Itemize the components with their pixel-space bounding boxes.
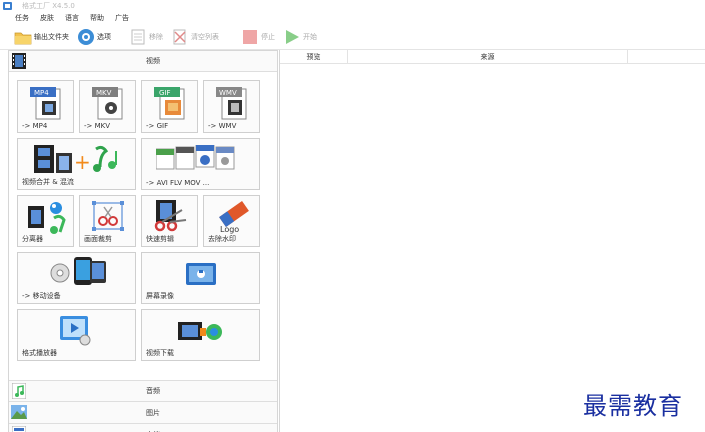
remove-watermark-icon: Logo [214,200,252,234]
options-icon [77,28,95,46]
video-tiles: MP4 -> MP4 MKV -> MKV GIF -> GIF WMV -> … [9,72,277,380]
tile-wmv[interactable]: WMV -> WMV [203,80,260,133]
tile-mkv[interactable]: MKV -> MKV [79,80,136,133]
audio-section-header[interactable]: 音频 [9,380,277,402]
clear-list-button[interactable]: 清空列表 [171,26,219,48]
picture-section-label: 图片 [146,408,160,417]
gif-icon: GIF [154,85,188,121]
task-list-panel: 预览 来源 [279,50,705,432]
video-section-label: 视频 [146,57,160,65]
mp4-icon: MP4 [30,85,64,121]
audio-icon [11,383,27,399]
menu-language[interactable]: 语言 [65,13,79,23]
video-icon [11,53,27,69]
column-preview[interactable]: 预览 [280,50,348,63]
multi-format-icon [156,145,248,173]
mkv-icon: MKV [92,85,126,121]
screen-record-icon [186,261,216,287]
remove-button[interactable]: 移除 [129,26,163,48]
picture-section-header[interactable]: 图片 [9,402,277,424]
tile-splitter[interactable]: 分离器 [17,195,74,247]
wmv-icon: WMV [216,85,250,121]
clear-list-icon [171,28,189,46]
video-section-header[interactable]: 视频 [9,51,277,72]
audio-section-label: 音频 [146,387,160,395]
folder-icon [14,28,32,46]
tile-quick-clip[interactable]: 快速剪辑 [141,195,198,247]
remove-icon [129,28,147,46]
tile-gif[interactable]: GIF -> GIF [141,80,198,133]
window-title: 格式工厂 X4.5.0 [22,2,75,10]
tile-mobile-device[interactable]: -> 移动设备 [17,252,136,304]
menu-task[interactable]: 任务 [15,13,29,23]
svg-text:MP4: MP4 [34,89,49,97]
svg-text:WMV: WMV [219,89,237,97]
svg-text:Logo: Logo [220,225,239,234]
tile-multi-format[interactable]: -> AVI FLV MOV ... [141,138,260,190]
svg-text:+: + [74,150,91,174]
start-icon [283,28,301,46]
start-button[interactable]: 开始 [283,26,317,48]
watermark-text: 最需教育 [583,392,683,420]
menu-ads[interactable]: 广告 [115,13,129,23]
document-section-header[interactable]: 文档 [9,424,277,432]
crop-icon [90,199,126,235]
tile-crop[interactable]: 画面裁剪 [79,195,136,247]
menu-help[interactable]: 帮助 [90,13,104,23]
app-logo-icon [2,2,12,11]
picture-icon [11,404,27,420]
title-bar: 格式工厂 X4.5.0 [0,0,705,12]
function-panel: 视频 MP4 -> MP4 MKV -> MKV GIF -> GIF WMV … [8,50,278,432]
stop-button[interactable]: 停止 [241,26,275,48]
column-source[interactable]: 来源 [348,50,628,63]
splitter-icon [28,200,68,236]
tile-player[interactable]: 格式播放器 [17,309,136,361]
player-icon [60,316,92,346]
options-button[interactable]: 选项 [77,26,111,48]
toolbar: 输出文件夹 选项 移除 清空列表 停止 开始 [0,24,705,50]
mobile-device-icon [50,257,110,287]
menu-skin[interactable]: 皮肤 [40,13,54,23]
tile-remove-watermark[interactable]: Logo 去除水印 [203,195,260,247]
tile-screen-record[interactable]: 屏幕录像 [141,252,260,304]
tile-video-merge[interactable]: + 视频合并 & 混流 [17,138,136,190]
svg-text:MKV: MKV [96,89,112,97]
tile-mp4[interactable]: MP4 -> MP4 [17,80,74,133]
menu-bar: 任务 皮肤 语言 帮助 广告 [0,12,705,23]
output-folder-button[interactable]: 输出文件夹 [14,26,69,48]
task-list-header: 预览 来源 [280,50,705,64]
quick-clip-icon [152,200,190,234]
video-merge-icon: + [34,143,120,177]
document-icon [11,426,27,432]
tile-video-download[interactable]: 视频下载 [141,309,260,361]
svg-text:GIF: GIF [159,89,171,97]
bottom-sections: 音频 图片 文档 [9,380,277,432]
stop-icon [241,28,259,46]
video-download-icon [178,320,224,342]
